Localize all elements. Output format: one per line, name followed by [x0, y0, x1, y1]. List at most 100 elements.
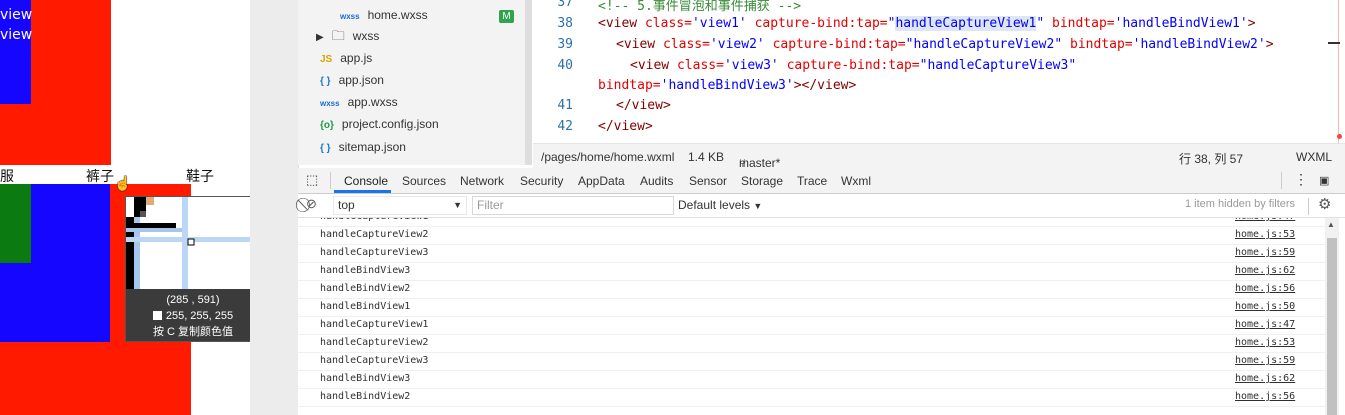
hand-cursor-icon: ☝	[114, 175, 132, 191]
log-source-link[interactable]: home.js:59	[1235, 352, 1295, 370]
tree-item-wxss-folder[interactable]: ▶ 🗀 wxss	[316, 25, 379, 47]
log-levels-select[interactable]: Default levels ▼	[678, 198, 762, 212]
log-row: handleCaptureView2 home.js:53	[298, 334, 1326, 353]
code-line-38: <view class='view1' capture-bind:tap="ha…	[598, 16, 1256, 31]
code-editor[interactable]: 37 38 39 40 41 42 <!-- 5.事件冒泡和事件捕获 --> <…	[533, 0, 1345, 143]
log-row: handleBindView1 home.js:50	[298, 298, 1326, 317]
color-swatch	[152, 311, 162, 320]
tab-sensor[interactable]: Sensor	[689, 174, 727, 188]
wxss-file-icon: wxss	[320, 99, 340, 108]
simulator-view: view view 服 裤子 鞋子 ☝ (285 , 591) 255, 255…	[0, 0, 250, 415]
modified-badge: M	[499, 10, 514, 23]
tab-sources[interactable]: Sources	[402, 174, 446, 188]
view2-label: view	[0, 27, 33, 43]
log-row: handleBindView3 home.js:62	[298, 262, 1326, 281]
active-tab-indicator	[334, 190, 391, 193]
line-number: 38	[557, 16, 573, 31]
tab-appdata[interactable]: AppData	[578, 174, 625, 188]
devtools-tabbar: ⬚ Console Sources Network Security AppDa…	[298, 168, 1345, 194]
log-source-link[interactable]: home.js:62	[1235, 262, 1295, 280]
separator	[1281, 172, 1282, 189]
code-line-40: <view class='view3' capture-bind:tap="ha…	[630, 58, 1077, 73]
pixel-coordinates: (285 , 591)	[166, 294, 220, 306]
folder-icon: 🗀	[331, 28, 345, 43]
block-icon: ⊘	[306, 196, 317, 211]
json-file-icon: { }	[320, 76, 331, 87]
console-log-list: handleCaptureView1home.js:47 handleCaptu…	[298, 218, 1326, 415]
context-select[interactable]: top ▼	[333, 196, 467, 215]
code-line-39: <view class='view2' capture-bind:tap="ha…	[616, 37, 1274, 52]
log-source-link[interactable]: home.js:59	[1235, 244, 1295, 262]
inspect-element-icon[interactable]: ⬚	[306, 172, 318, 188]
tab-security[interactable]: Security	[520, 174, 563, 188]
tab-storage[interactable]: Storage	[741, 174, 783, 188]
log-source-link[interactable]: home.js:47	[1235, 218, 1295, 226]
file-path: /pages/home/home.wxml	[541, 150, 675, 164]
simulator-splitter[interactable]	[250, 0, 299, 415]
log-source-link[interactable]: home.js:56	[1235, 280, 1295, 298]
separator	[1308, 198, 1309, 215]
error-indicator-icon	[1337, 134, 1342, 139]
log-source-link[interactable]: home.js:56	[1235, 388, 1295, 406]
tree-item-project-config[interactable]: {o} project.config.json	[320, 113, 439, 135]
view1-label: view	[0, 7, 33, 23]
file-size: 1.4 KB	[688, 150, 725, 164]
line-number: 40	[557, 58, 573, 73]
more-options-icon[interactable]: ⋮	[1294, 171, 1308, 188]
settings-gear-icon[interactable]: ⚙	[1318, 195, 1331, 213]
tree-item-app-json[interactable]: { } app.json	[320, 69, 384, 91]
code-line-40-wrap: bindtap='handleBindView3'></view>	[598, 78, 857, 93]
log-source-link[interactable]: home.js:50	[1235, 298, 1295, 316]
console-toolbar: ⃠ ⊘ top▼ Filter Default levels ▼ 1 item …	[298, 194, 1345, 218]
editor-status-bar: /pages/home/home.wxml 1.4 KB ⑂ master* 行…	[533, 143, 1345, 170]
code-line-41: </view>	[616, 98, 671, 113]
log-source-link[interactable]: home.js:53	[1235, 226, 1295, 244]
json-file-icon: { }	[320, 143, 331, 154]
tab-clothes[interactable]: 服	[0, 166, 14, 186]
tree-item-home-wxss[interactable]: wxss home.wxss M	[340, 4, 520, 26]
language-mode[interactable]: WXML	[1296, 150, 1332, 164]
scroll-up-arrow-icon[interactable]: ▲	[1327, 220, 1335, 229]
cursor-position[interactable]: 行 38, 列 57	[1179, 150, 1243, 167]
console-scroll-thumb[interactable]	[1327, 238, 1337, 415]
tree-item-app-wxss[interactable]: wxss app.wxss	[320, 91, 398, 113]
log-row: handleBindView3 home.js:62	[298, 370, 1326, 389]
config-file-icon: {o}	[320, 120, 334, 131]
tab-shoes[interactable]: 鞋子	[186, 166, 214, 186]
log-source-link[interactable]: home.js:53	[1235, 334, 1295, 352]
separator	[330, 172, 331, 189]
devtools-panel: ⬚ Console Sources Network Security AppDa…	[298, 168, 1345, 415]
magnified-pixels	[126, 197, 250, 289]
tree-item-sitemap-json[interactable]: { } sitemap.json	[320, 136, 406, 158]
line-number: 37	[557, 0, 573, 10]
code-line-42: </view>	[598, 119, 653, 134]
log-source-link[interactable]: home.js:62	[1235, 370, 1295, 388]
tab-trace[interactable]: Trace	[797, 174, 827, 188]
editor-ruler	[1338, 0, 1339, 143]
file-tree-scrollbar[interactable]	[525, 0, 532, 165]
line-number: 42	[557, 119, 573, 134]
dock-icon[interactable]: ▣	[1319, 174, 1329, 187]
log-row: handleBindView2 home.js:56	[298, 280, 1326, 299]
log-row: handleCaptureView1home.js:47	[298, 316, 1326, 335]
tab-network[interactable]: Network	[460, 174, 504, 188]
tab-pants[interactable]: 裤子	[86, 166, 114, 186]
log-row: handleBindView2 home.js:56	[298, 388, 1326, 407]
line-number: 41	[557, 98, 573, 113]
chevron-right-icon: ▶	[316, 32, 324, 43]
line-number: 39	[557, 37, 573, 52]
color-picker-magnifier: (285 , 591) 255, 255, 255 按 C 复制颜色值	[125, 196, 250, 342]
js-file-icon: JS	[320, 54, 333, 65]
log-row: handleCaptureView3 home.js:59	[298, 352, 1326, 371]
tab-audits[interactable]: Audits	[640, 174, 673, 188]
tab-wxml[interactable]: Wxml	[841, 174, 871, 188]
dropdown-arrow-icon: ▼	[753, 201, 763, 211]
dropdown-arrow-icon: ▼	[453, 200, 462, 210]
tree-item-app-js[interactable]: JS app.js	[320, 47, 372, 69]
log-row: handleCaptureView3 home.js:59	[298, 244, 1326, 263]
filter-input[interactable]: Filter	[472, 196, 674, 215]
copy-hint: 按 C 复制颜色值	[152, 326, 234, 338]
tab-console[interactable]: Console	[344, 174, 388, 188]
log-source-link[interactable]: home.js:47	[1235, 316, 1295, 334]
scroll-marker	[1328, 42, 1340, 44]
